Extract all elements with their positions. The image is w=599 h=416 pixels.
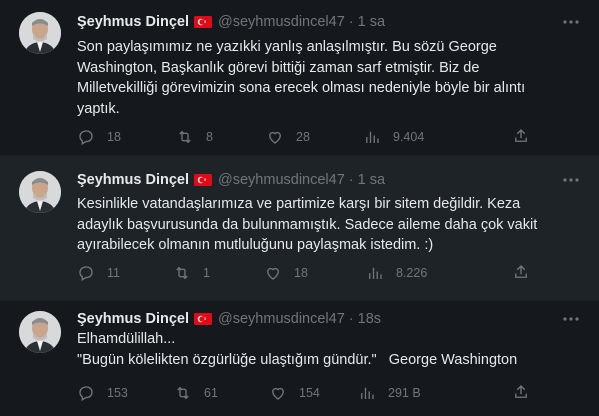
tweet-time[interactable]: 1 sa — [358, 172, 385, 188]
reply-count: 11 — [107, 266, 120, 280]
avatar[interactable] — [19, 12, 61, 54]
turkey-flag — [194, 16, 213, 28]
avatar[interactable] — [19, 171, 61, 213]
views-icon — [366, 131, 379, 143]
more-icon[interactable] — [561, 170, 581, 190]
separator-dot: · — [348, 172, 354, 188]
turkey-flag — [194, 174, 213, 186]
views-button[interactable]: 291 B — [358, 383, 421, 403]
separator-dot: · — [348, 14, 354, 30]
view-count: 8.226 — [396, 266, 428, 280]
tweet-header: Şeyhmus Dinçel @seyhmusdincel47 · 18s — [77, 309, 381, 329]
share-icon — [515, 129, 527, 142]
tweet-3[interactable]: Şeyhmus Dinçel @seyhmusdincel47 · 18s El… — [0, 301, 599, 416]
tweet-text-line: Milletvekilliği görevimizin sona erecek … — [77, 80, 526, 96]
tweet-actions: 153 61 154 291 B — [77, 383, 537, 403]
like-button[interactable]: 154 — [269, 383, 320, 403]
tweet-text: Son paylaşımımız ne yazıkki yanlış anlaş… — [77, 37, 577, 119]
views-button[interactable]: 9.404 — [363, 127, 424, 147]
tweet-actions: 11 1 18 8.226 — [77, 263, 537, 283]
retweet-button[interactable]: 1 — [173, 263, 210, 283]
retweet-icon — [179, 130, 191, 144]
share-button[interactable] — [512, 383, 530, 403]
more-icon[interactable] — [561, 309, 581, 329]
tweet-text-line: Washington, Başkanlık görevi bittiği zam… — [77, 59, 480, 76]
tweet-actions: 18 8 28 9.404 — [77, 127, 537, 147]
reply-count: 18 — [107, 130, 121, 144]
tweet-1[interactable]: Şeyhmus Dinçel @seyhmusdincel47 · 1 sa S… — [0, 0, 599, 155]
like-icon — [269, 131, 281, 144]
view-count: 291 B — [388, 386, 421, 400]
share-icon — [515, 265, 527, 278]
separator-dot: · — [348, 311, 354, 327]
like-button[interactable]: 18 — [264, 263, 308, 283]
like-count: 154 — [299, 386, 320, 400]
views-icon — [361, 387, 374, 399]
share-icon — [515, 385, 527, 398]
tweet-text-line: adaylık başvurusunda da bulunmamıştık. S… — [77, 216, 538, 233]
tweet-text-line: yaptık. — [77, 100, 120, 117]
tweet-text-line: Son paylaşımımız ne yazıkki yanlış anlaş… — [77, 39, 497, 55]
author-handle[interactable]: @seyhmusdincel47 — [218, 172, 345, 188]
like-icon — [267, 267, 279, 280]
reply-button[interactable]: 11 — [77, 263, 120, 283]
retweet-button[interactable]: 8 — [176, 127, 213, 147]
tweet-text-line: Elhamdülillah... — [77, 331, 176, 347]
tweet-text: Kesinlikle vatandaşlarımıza ve partimize… — [77, 194, 577, 256]
views-button[interactable]: 8.226 — [366, 263, 427, 283]
like-count: 18 — [294, 266, 308, 280]
retweet-icon — [177, 386, 189, 400]
reply-button[interactable]: 153 — [77, 383, 128, 403]
more-icon[interactable] — [561, 12, 581, 32]
like-count: 28 — [296, 130, 310, 144]
tweet-text-line: "Bugün kölelikten özgürlüğe ulaştığım gü… — [77, 351, 518, 368]
reply-icon — [79, 386, 93, 401]
reply-count: 153 — [107, 386, 128, 400]
reply-icon — [79, 130, 93, 145]
tweet-text-line: ayırabilecek olmanın mutluluğunu paylaşm… — [77, 237, 434, 253]
tweet-time[interactable]: 18s — [358, 311, 381, 327]
author-handle[interactable]: @seyhmusdincel47 — [218, 14, 345, 30]
tweet-header: Şeyhmus Dinçel @seyhmusdincel47 · 1 sa — [77, 170, 385, 190]
retweet-count: 1 — [203, 266, 210, 280]
author-handle[interactable]: @seyhmusdincel47 — [218, 311, 345, 327]
author-name[interactable]: Şeyhmus Dinçel — [77, 14, 189, 30]
tweet-text-line: Kesinlikle vatandaşlarımıza ve partimize… — [77, 196, 521, 212]
share-button[interactable] — [512, 263, 530, 283]
reply-icon — [79, 266, 93, 281]
tweet-header: Şeyhmus Dinçel @seyhmusdincel47 · 1 sa — [77, 12, 385, 32]
author-name[interactable]: Şeyhmus Dinçel — [77, 311, 189, 327]
retweet-count: 8 — [206, 130, 213, 144]
reply-button[interactable]: 18 — [77, 127, 121, 147]
like-icon — [272, 387, 284, 400]
retweet-button[interactable]: 61 — [174, 383, 218, 403]
views-icon — [369, 267, 382, 279]
tweet-2[interactable]: Şeyhmus Dinçel @seyhmusdincel47 · 1 sa K… — [0, 155, 599, 301]
author-name[interactable]: Şeyhmus Dinçel — [77, 172, 189, 188]
avatar[interactable] — [19, 311, 61, 353]
turkey-flag — [194, 313, 213, 325]
share-button[interactable] — [512, 127, 530, 147]
tweet-text: Elhamdülillah... "Bugün kölelikten özgür… — [77, 329, 577, 370]
tweet-time[interactable]: 1 sa — [358, 14, 385, 30]
retweet-count: 61 — [204, 386, 218, 400]
view-count: 9.404 — [393, 130, 425, 144]
retweet-icon — [176, 266, 188, 280]
like-button[interactable]: 28 — [266, 127, 310, 147]
